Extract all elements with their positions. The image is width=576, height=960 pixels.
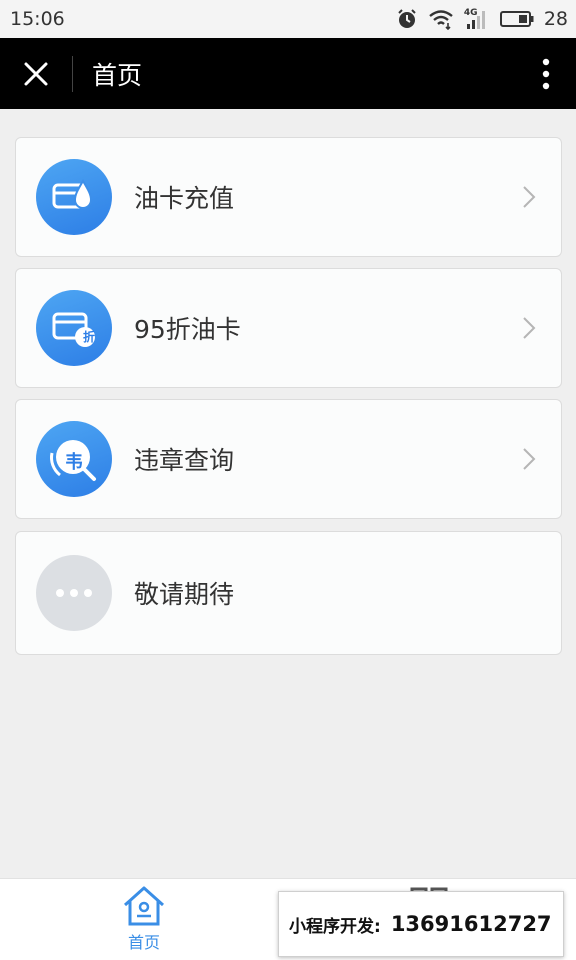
chevron-right-icon [509, 316, 549, 340]
more-dots-icon [36, 555, 112, 631]
title-bar: 首页 [0, 38, 576, 109]
violation-badge-text: 韦 [65, 452, 83, 473]
status-bar: 15:06 4G 28 [0, 0, 576, 38]
status-icons: 4G 28 [396, 8, 568, 30]
menu-item-label: 95折油卡 [134, 315, 241, 344]
menu-item-label: 违章查询 [134, 446, 235, 475]
wifi-icon [429, 10, 453, 30]
discount-badge-text: 折 [82, 330, 95, 344]
close-button[interactable] [0, 38, 72, 109]
alarm-icon [398, 9, 416, 28]
tab-home-label: 首页 [127, 933, 160, 952]
page-title: 首页 [92, 60, 143, 90]
developer-contact-banner: 小程序开发: 13691612727 [278, 891, 564, 957]
home-icon [123, 886, 165, 926]
chevron-right-icon [509, 185, 549, 209]
status-time: 15:06 [10, 8, 65, 30]
menu-item-discount-fuel-card[interactable]: 折 95折油卡 [15, 268, 562, 388]
battery-level: 28 [543, 8, 568, 30]
menu-item-label: 敬请期待 [134, 580, 235, 609]
battery-icon [499, 11, 534, 27]
promo-phone-number: 13691612727 [390, 912, 552, 936]
menu-item-fuel-card-recharge[interactable]: 油卡充值 [15, 137, 562, 257]
discount-card-icon: 折 [36, 290, 112, 366]
cellular-signal-icon: 4G [464, 8, 490, 30]
tab-home[interactable]: 首页 [104, 885, 184, 953]
more-options-button[interactable] [516, 38, 576, 109]
chevron-right-icon [509, 447, 549, 471]
menu-item-violation-query[interactable]: 韦 违章查询 [15, 399, 562, 519]
menu-item-label: 油卡充值 [134, 184, 235, 213]
menu-item-coming-soon: 敬请期待 [15, 531, 562, 655]
promo-label: 小程序开发: [289, 916, 381, 937]
more-vertical-icon [542, 58, 550, 89]
violation-query-icon: 韦 [36, 421, 112, 497]
fuel-card-recharge-icon [36, 159, 112, 235]
close-icon [24, 62, 48, 85]
